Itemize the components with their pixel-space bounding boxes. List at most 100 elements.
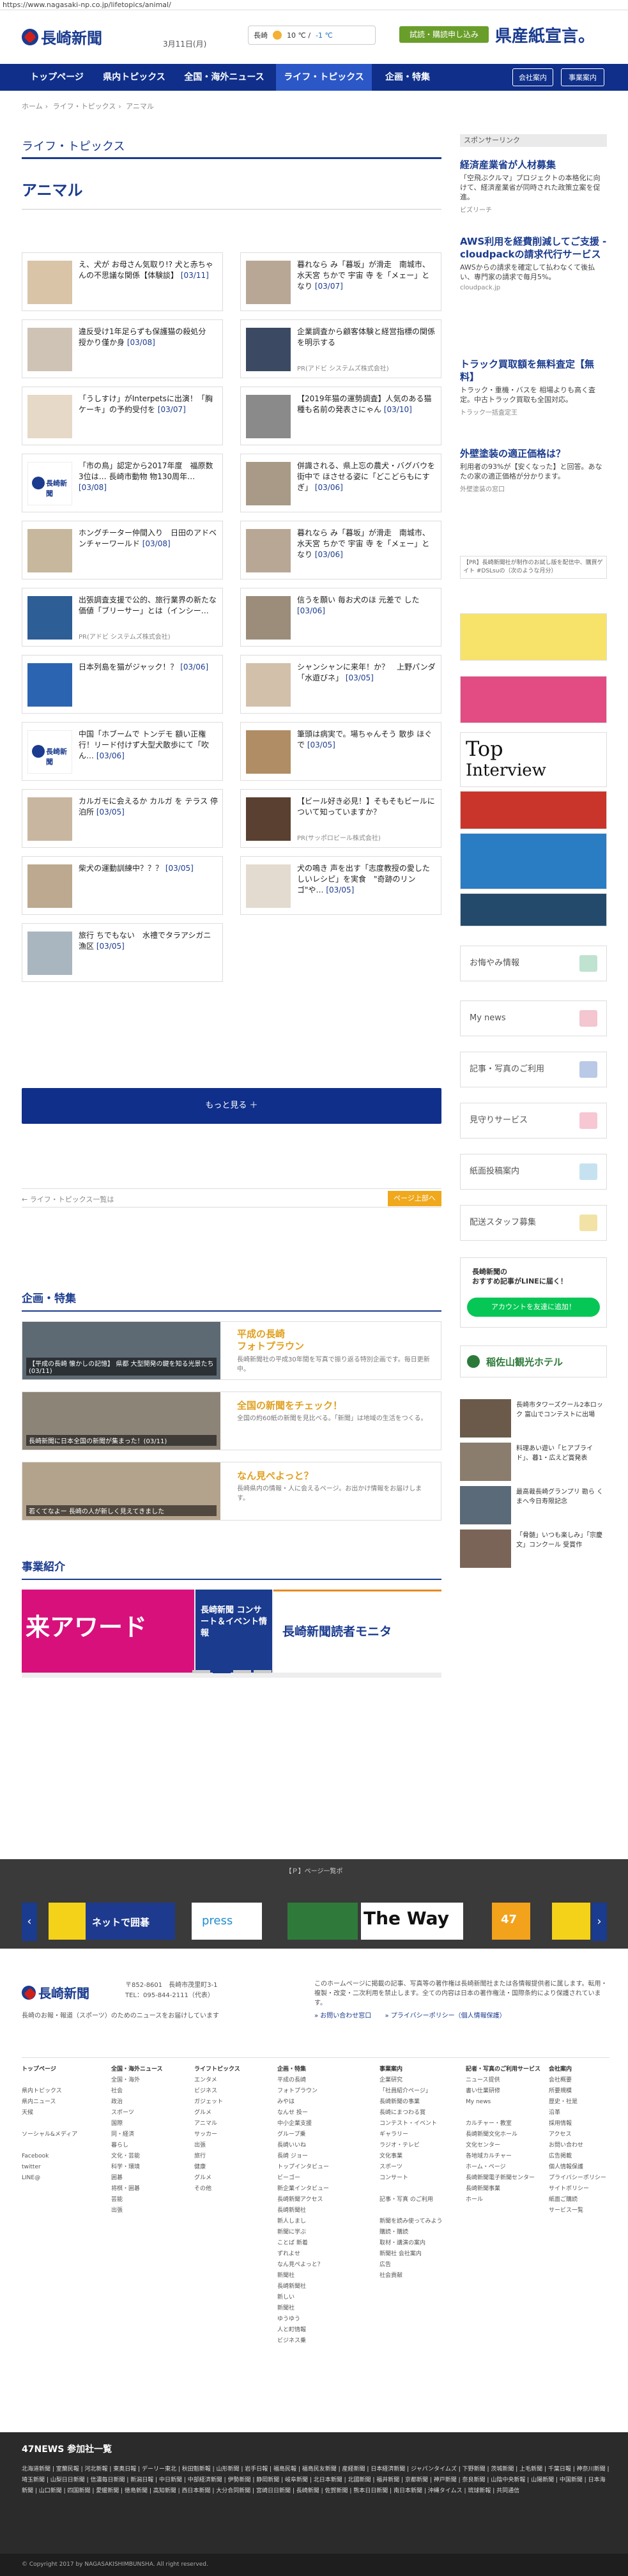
article-title[interactable]: え、犬が お母さん気取り!? 犬と赤ちゃんの不思議な関係【体験談】 [03/11… [79,259,218,281]
footer-link[interactable]: 各地域カルチャー [466,2151,542,2162]
footer-link[interactable]: グルメ [194,2108,271,2119]
header-banner[interactable]: 県産紙宣言。 [495,23,610,46]
footer-link[interactable]: 社会 [111,2086,188,2097]
footer-link[interactable]: トップインタビュー [277,2162,354,2173]
footer-link[interactable]: お問い合わせ [549,2140,625,2151]
article-thumbnail[interactable] [27,395,72,438]
slide[interactable]: 長崎新聞 コンサート＆イベント情報 [195,1590,272,1673]
side-banner-campaign[interactable] [460,676,607,723]
footer-link[interactable]: 将棋・囲碁 [111,2184,188,2195]
article-card[interactable]: 暮れなら み「暮坂」が滑走 南城市、水天宮 ちかで 宇宙 寺 を「メェー」となり… [240,521,441,579]
footer-link[interactable]: 長崎新聞電子新聞センター [466,2173,542,2184]
site-logo[interactable]: 長崎新聞 [22,26,102,48]
article-thumbnail[interactable] [27,797,72,841]
article-title[interactable]: ホングチーター仲間入り 日田のアドベンチャーワールド [03/08] [79,528,218,549]
partner-item[interactable]: press [192,1903,262,1940]
article-card[interactable]: 筆頭は病実で。場ちゃんそう 散歩 ほぐで [03/05] [240,722,441,781]
footer-link[interactable]: 暮らし [111,2140,188,2151]
nav-company-button[interactable]: 会社案内 [512,68,553,86]
footer-column-heading[interactable]: 事業案内 [379,2064,456,2075]
footer-link[interactable]: 会社概要 [549,2075,625,2086]
footer-column-heading[interactable]: 全国・海外ニュース [111,2064,188,2075]
article-card[interactable]: 【ビール好き必見！】そもそもビールについて知っていますか？ PR(サッポロビール… [240,789,441,848]
footer-link[interactable]: 旅行 [194,2151,271,2162]
footer-link[interactable]: 取材・講演の案内 [379,2238,456,2249]
nav-business-button[interactable]: 事業案内 [561,68,604,86]
footer-link[interactable]: サッカー [194,2129,271,2140]
footer-link[interactable]: 長崎新聞事業 [466,2184,542,2195]
footer-column-heading[interactable]: 記者・写真のご利用サービス [466,2064,542,2075]
footer-column-heading[interactable]: ライフトピックス [194,2064,271,2075]
footer-link[interactable]: スポーツ [379,2162,456,2173]
sponsored-ad[interactable]: 経済産業省が人材募集 「空飛ぶクルマ」プロジェクトの本格化に向けて、経済産業省が… [460,158,607,214]
article-title[interactable]: 柴犬の運動訓練中？？？ [03/05] [79,863,218,874]
footer-link[interactable]: 書い仕業研修 [466,2086,542,2097]
nav-life[interactable]: ライフ・トピックス [276,64,372,91]
article-card[interactable]: 出張調査支援で公的、旅行業界の新たな価値「ブリーサー」とは（インシー… PR(ア… [22,588,223,647]
footer-link[interactable]: 採用情報 [549,2119,625,2129]
article-card[interactable]: 「市の鳥」認定から2017年度 福原数3位は… 長崎市動物 物130周年… [0… [22,454,223,512]
article-title[interactable]: 「市の鳥」認定から2017年度 福原数3位は… 長崎市動物 物130周年… [0… [79,461,218,493]
line-add-button[interactable]: アカウントを友達に追加！ [467,1298,600,1317]
footer-link[interactable]: 紙面ご購読 [549,2195,625,2205]
article-title[interactable]: 暮れなら み「暮坂」が滑走 南城市、水天宮 ちかで 宇宙 寺 を「メェー」となり… [297,259,436,292]
article-thumbnail[interactable] [27,931,72,975]
article-card[interactable]: え、犬が お母さん気取り!? 犬と赤ちゃんの不思議な関係【体験談】 [03/11… [22,252,223,311]
footer-link[interactable]: 所要規模 [549,2086,625,2097]
article-card[interactable]: 信うを願い 毎お犬のほ 元差で した [03/06] [240,588,441,647]
footer-link[interactable]: 新企業インタビュー [277,2184,354,2195]
article-thumbnail[interactable] [27,462,72,505]
contact-link[interactable]: » お問い合わせ窓口 [314,2012,371,2020]
side-news-item[interactable]: 「骨髄」いつも楽しみ」「宗慶文」コンクール 受賞作 [460,1529,607,1570]
footer-link[interactable]: ギャラリー [379,2129,456,2140]
article-thumbnail[interactable] [246,663,291,707]
footer-link[interactable]: Facebook [22,2151,98,2162]
footer-link[interactable]: 健康 [194,2162,271,2173]
footer-link[interactable]: ホール [466,2195,542,2205]
more-button[interactable]: もっと見る ＋ [22,1088,441,1124]
footer-link[interactable]: LINE@ [22,2173,98,2184]
footer-column-heading[interactable]: 会社案内 [549,2064,625,2075]
article-card[interactable]: ホングチーター仲間入り 日田のアドベンチャーワールド [03/08] [22,521,223,579]
footer-link[interactable]: 記事・写真 のご利用 [379,2195,456,2205]
footer-link[interactable]: コンサート [379,2173,456,2184]
footer-link[interactable]: プライバシーポリシー [549,2173,625,2184]
footer-link[interactable]: 沿革 [549,2108,625,2119]
footer-link[interactable]: 歴史・社是 [549,2097,625,2108]
article-card[interactable]: 【2019年猫の運勢調査】人気のある猫種も名前の発表さにゃん [03/10] [240,387,441,445]
feature-card[interactable]: 長崎新聞に日本全国の新聞が集まった！(03/11) 全国の新聞をチェック！ 全国… [22,1392,441,1450]
footer-link[interactable]: その他 [194,2184,271,2195]
footer-link[interactable]: 新聞に学ぶ [277,2227,354,2238]
feature-card[interactable]: 【平成の長崎 懐かしの記憶】 県都 大型開発の鍵を知る光景たち(03/11) 平… [22,1321,441,1380]
footer-link[interactable]: スポーツ [111,2108,188,2119]
footer-link[interactable]: 文化センター [466,2140,542,2151]
article-thumbnail[interactable] [246,797,291,841]
side-banner-recruit[interactable] [460,791,607,829]
article-title[interactable]: 犬の鳴き 声を出す「志度教授の愛したしいレシピ」を実食 "奇跡のリンゴ"や… [… [297,863,436,896]
footer-link[interactable]: みやは [277,2097,354,2108]
article-title[interactable]: 「うしすけ」がInterpetsに出演！「胸ケーキ」の予約受付を [03/07] [79,394,218,415]
footer-link[interactable]: グループ乗 [277,2129,354,2140]
article-title[interactable]: 筆頭は病実で。場ちゃんそう 散歩 ほぐで [03/05] [297,729,436,751]
footer-link[interactable]: アニマル [194,2119,271,2129]
trial-subscribe-button[interactable]: 試読・購読申し込み [399,26,489,43]
article-card[interactable]: カルガモに会えるか カルガ を テラス 停泊所 [03/05] [22,789,223,848]
footer-link[interactable]: アクセス [549,2129,625,2140]
footer-link[interactable]: 新聞社 会社案内 [379,2249,456,2260]
side-banner-interview[interactable]: Top Interview [460,732,607,787]
footer-link[interactable]: 「社員紹介ページ」 [379,2086,456,2097]
footer-link[interactable]: 購読・購読 [379,2227,456,2238]
partner-item[interactable]: ネットで囲碁 [86,1903,175,1940]
article-thumbnail[interactable] [27,596,72,640]
footer-link[interactable]: カルチャー・教室 [466,2119,542,2129]
side-news-item[interactable]: 料理あい遊い「ヒアブライド」、暮1・広えど賞発表 [460,1443,607,1483]
side-link-obituary[interactable]: お悔やみ情報 [460,946,607,981]
footer-link[interactable]: 長崎新聞社 [277,2281,354,2292]
article-title[interactable]: 信うを願い 毎お犬のほ 元差で した [03/06] [297,595,436,617]
partner-item[interactable] [552,1903,590,1940]
article-title[interactable]: カルガモに会えるか カルガ を テラス 停泊所 [03/05] [79,796,218,818]
article-title[interactable]: 違反受け1年足らずも保護猫の殺処分 授かり僅か身 [03/08] [79,326,218,348]
footer-link[interactable]: My news [466,2097,542,2108]
footer-link[interactable]: 新しい [277,2292,354,2303]
footer-link[interactable]: 国際 [111,2119,188,2129]
